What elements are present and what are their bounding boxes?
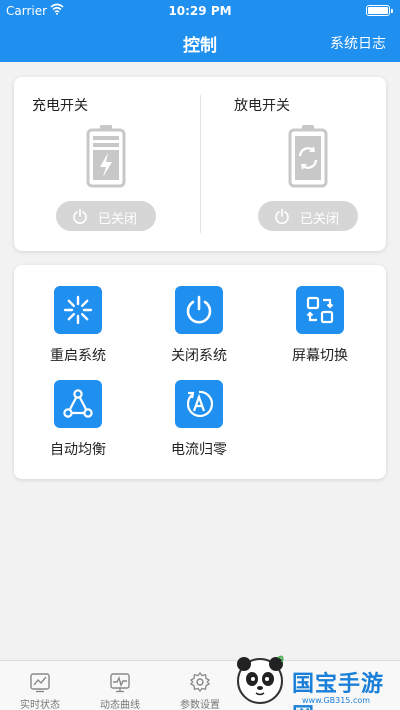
watermark-url: www.GB315.com bbox=[302, 696, 371, 705]
battery-status-icon bbox=[366, 5, 393, 16]
charge-switch-toggle[interactable]: 已关闭 bbox=[56, 201, 156, 231]
system-log-link[interactable]: 系统日志 bbox=[330, 33, 386, 53]
function-card: 重启系统 关闭系统 屏幕切换 自动均衡 电流归零 bbox=[14, 265, 386, 479]
power-icon bbox=[186, 295, 212, 324]
tab-settings[interactable]: 参数设置 bbox=[160, 661, 240, 710]
screen-switch-icon bbox=[306, 296, 334, 324]
tab-realtime[interactable]: 实时状态 bbox=[0, 661, 80, 710]
power-icon bbox=[275, 208, 289, 224]
charge-switch-panel: 充电开关 已关闭 bbox=[14, 77, 200, 251]
curve-monitor-icon bbox=[110, 673, 130, 693]
loading-spinner-icon bbox=[63, 295, 93, 325]
charge-switch-state: 已关闭 bbox=[98, 212, 138, 227]
discharge-switch-toggle[interactable]: 已关闭 bbox=[258, 201, 358, 231]
tab-realtime-label: 实时状态 bbox=[20, 700, 60, 710]
restart-system-button[interactable]: 重启系统 bbox=[32, 286, 142, 376]
current-zero-label: 电流归零 bbox=[171, 442, 227, 458]
watermark-logo: 国宝手游网 www.GB315.com bbox=[232, 650, 400, 710]
current-zero-tile bbox=[175, 380, 223, 428]
clock: 10:29 PM bbox=[168, 4, 232, 18]
tab-curve-label: 动态曲线 bbox=[100, 700, 140, 710]
auto-balance-tile bbox=[54, 380, 102, 428]
gear-icon bbox=[189, 671, 211, 693]
discharge-switch-panel: 放电开关 已关闭 bbox=[200, 77, 386, 251]
discharge-switch-title: 放电开关 bbox=[234, 98, 290, 114]
triangle-nodes-icon bbox=[63, 389, 93, 418]
restart-tile bbox=[54, 286, 102, 334]
panda-logo-icon bbox=[237, 655, 284, 704]
shutdown-system-button[interactable]: 关闭系统 bbox=[153, 286, 263, 376]
shutdown-label: 关闭系统 bbox=[171, 348, 227, 364]
battery-charging-icon bbox=[86, 125, 126, 188]
status-bar: Carrier 10:29 PM bbox=[0, 0, 400, 22]
screen-switch-label: 屏幕切换 bbox=[292, 348, 348, 364]
auto-balance-button[interactable]: 自动均衡 bbox=[32, 380, 142, 470]
auto-balance-label: 自动均衡 bbox=[50, 442, 106, 458]
battery-refresh-icon bbox=[288, 125, 328, 188]
screen-switch-tile bbox=[296, 286, 344, 334]
nav-bar: 控制 系统日志 bbox=[0, 22, 400, 62]
current-zero-button[interactable]: 电流归零 bbox=[153, 380, 263, 470]
screen-switch-button[interactable]: 屏幕切换 bbox=[274, 286, 384, 376]
shutdown-tile bbox=[175, 286, 223, 334]
discharge-switch-state: 已关闭 bbox=[300, 212, 340, 227]
restart-label: 重启系统 bbox=[50, 348, 106, 364]
power-icon bbox=[73, 208, 87, 224]
realtime-chart-icon bbox=[30, 673, 50, 693]
switch-card: 充电开关 已关闭 放电开关 已关闭 bbox=[14, 77, 386, 251]
ammeter-reset-icon bbox=[186, 390, 214, 418]
charge-switch-title: 充电开关 bbox=[32, 98, 88, 114]
tab-curve[interactable]: 动态曲线 bbox=[80, 661, 160, 710]
tab-settings-label: 参数设置 bbox=[180, 700, 220, 710]
